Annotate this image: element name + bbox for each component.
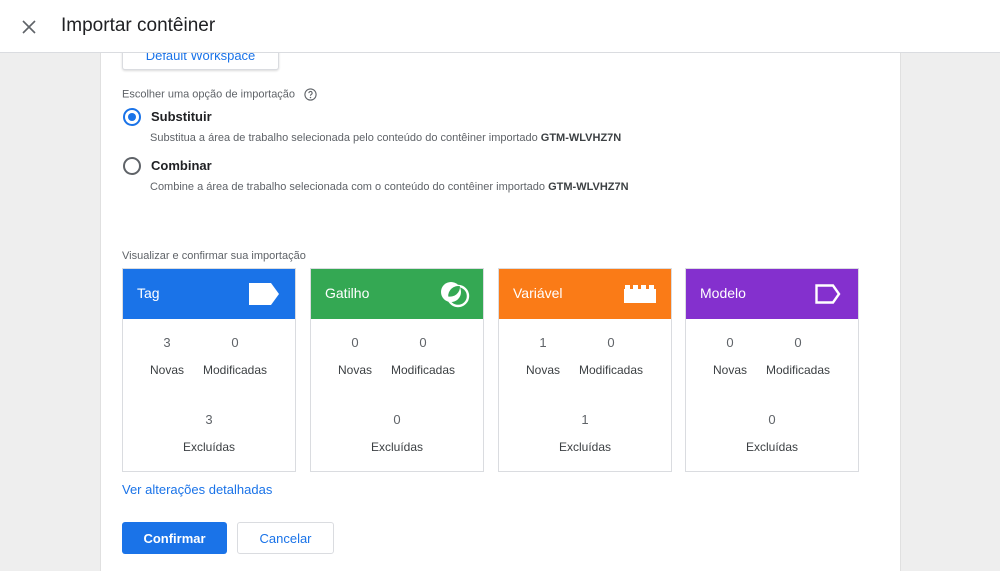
stat-modified-modelo: 0 Modificadas: [765, 335, 831, 377]
page-title: Importar contêiner: [61, 15, 216, 36]
container-id: GTM-WLVHZ7N: [540, 132, 622, 144]
import-panel: Default Workspace Escolher uma opção de …: [100, 53, 901, 571]
card-header-gatilho: Gatilho: [311, 269, 483, 319]
close-button[interactable]: [14, 12, 44, 42]
stat-deleted-variavel: 1 Excluídas: [558, 412, 612, 454]
stat-new-modelo: 0 Novas: [712, 335, 747, 377]
card-variavel: Variável 1 Novas 0 Modificadas 1 Excluíd…: [498, 268, 672, 472]
card-title-tag: Tag: [137, 285, 160, 301]
card-title-modelo: Modelo: [700, 285, 746, 301]
card-header-modelo: Modelo: [686, 269, 858, 319]
card-header-tag: Tag: [123, 269, 295, 319]
option-desc-substituir: Substitua a área de trabalho selecionada…: [150, 132, 622, 144]
card-title-variavel: Variável: [513, 285, 563, 301]
stat-new-tag: 3 Novas: [149, 335, 184, 377]
stat-deleted-modelo: 0 Excluídas: [745, 412, 799, 454]
card-title-gatilho: Gatilho: [325, 285, 370, 301]
tag-icon: [249, 283, 279, 305]
option-label-combinar: Combinar: [151, 158, 212, 173]
top-bar: Importar contêiner: [0, 0, 1000, 53]
radio-combinar[interactable]: [123, 157, 141, 175]
stat-deleted-gatilho: 0 Excluídas: [370, 412, 424, 454]
preview-label: Visualizar e confirmar sua importação: [122, 250, 306, 262]
stat-new-variavel: 1 Novas: [525, 335, 560, 377]
import-option-label: Escolher uma opção de importação: [122, 88, 317, 101]
card-tag: Tag 3 Novas 0 Modificadas 3 Excluídas: [122, 268, 296, 472]
stat-modified-tag: 0 Modificadas: [202, 335, 268, 377]
option-desc-combinar: Combine a área de trabalho selecionada c…: [150, 181, 629, 193]
container-id: GTM-WLVHZ7N: [548, 181, 629, 193]
help-icon[interactable]: [304, 88, 317, 101]
stat-modified-variavel: 0 Modificadas: [578, 335, 644, 377]
stat-modified-gatilho: 0 Modificadas: [390, 335, 456, 377]
stat-deleted-tag: 3 Excluídas: [182, 412, 236, 454]
trigger-icon: [441, 282, 470, 308]
card-header-variavel: Variável: [499, 269, 671, 319]
template-icon: [815, 284, 841, 304]
import-option-label-text: Escolher uma opção de importação: [122, 88, 296, 101]
workspace-button[interactable]: Default Workspace: [122, 53, 279, 70]
option-label-substituir: Substituir: [151, 109, 212, 124]
close-icon: [22, 20, 36, 34]
card-gatilho: Gatilho 0 Novas 0 Modificadas 0 Excluída…: [310, 268, 484, 472]
cancel-button[interactable]: Cancelar: [237, 522, 334, 554]
stat-new-gatilho: 0 Novas: [337, 335, 372, 377]
confirm-button[interactable]: Confirmar: [122, 522, 227, 554]
radio-substituir[interactable]: [123, 108, 141, 126]
detailed-changes-link[interactable]: Ver alterações detalhadas: [122, 482, 272, 497]
variable-icon: [624, 285, 656, 303]
card-modelo: Modelo 0 Novas 0 Modificadas 0 Excluídas: [685, 268, 859, 472]
